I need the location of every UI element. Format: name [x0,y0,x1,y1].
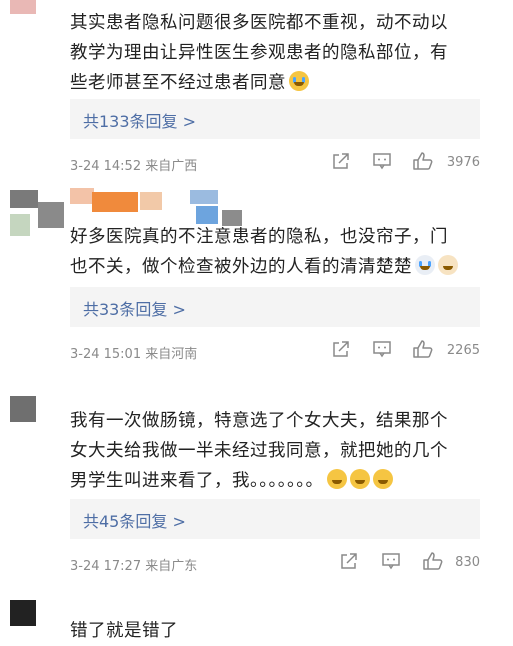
cry-emoji [289,71,309,91]
comment-line: 也不关，做个检查被外边的人看的清清楚楚 [70,252,458,282]
comment-text: 我有一次做肠镜，特意选了个女大夫，结果那个 女大夫给我做一半未经过我同意，就把她… [70,406,448,496]
like-count: 3976 [446,155,480,170]
reply-count-link[interactable]: 共133条回复 > [70,99,480,139]
timestamp: 3-24 17:27 来自广东 [70,559,198,574]
laugh-cry-emoji [326,469,347,489]
like-count: 2265 [446,343,480,358]
like-icon[interactable] [412,151,434,171]
like-count: 830 [455,555,480,570]
comment-line: 其实患者隐私问题很多医院都不重视，动不动以 [70,13,448,33]
share-icon[interactable] [339,551,359,571]
comment-text: 其实患者隐私问题很多医院都不重视，动不动以 教学为理由让异性医生参观患者的隐私部… [70,8,448,98]
comment-icon[interactable] [372,339,392,359]
comment-icon[interactable] [381,551,401,571]
cry-emoji [415,255,435,275]
like-icon[interactable] [412,339,434,359]
avatar[interactable] [10,600,36,626]
reply-count-link[interactable]: 共33条回复 > [70,287,480,327]
comment-text: 错了就是错了 [70,616,178,646]
laugh-cry-emoji [372,469,393,489]
timestamp: 3-24 15:01 来自河南 [70,347,198,362]
comment-icon[interactable] [372,151,392,171]
comment-line: 教学为理由让异性医生参观患者的隐私部位，有 [70,43,448,63]
like-icon[interactable] [422,551,444,571]
comment-line: 些老师甚至不经过患者同意 [70,68,448,98]
avatar[interactable] [10,0,36,14]
comment-line: 错了就是错了 [70,621,178,641]
share-icon[interactable] [331,151,351,171]
comment-line: 我有一次做肠镜，特意选了个女大夫，结果那个 [70,411,448,431]
reply-count-link[interactable]: 共45条回复 > [70,499,480,539]
comment-line: 女大夫给我做一半未经过我同意，就把她的几个 [70,441,448,461]
laugh-cry-emoji [349,469,370,489]
share-icon[interactable] [331,339,351,359]
comment-meta: 3-24 17:27 来自广东 830 [70,551,480,575]
comment-meta: 3-24 15:01 来自河南 2265 [70,339,480,363]
comment-line: 好多医院真的不注意患者的隐私，也没帘子，门 [70,227,448,247]
comment-text: 好多医院真的不注意患者的隐私，也没帘子，门 也不关，做个检查被外边的人看的清清楚… [70,222,458,282]
comment-meta: 3-24 14:52 来自广西 3976 [70,151,480,175]
avatar[interactable] [10,396,36,422]
comment-line: 男学生叫进来看了，我。。。。。。。 [70,466,448,496]
laugh-cry-emoji [438,255,458,275]
timestamp: 3-24 14:52 来自广西 [70,159,198,174]
